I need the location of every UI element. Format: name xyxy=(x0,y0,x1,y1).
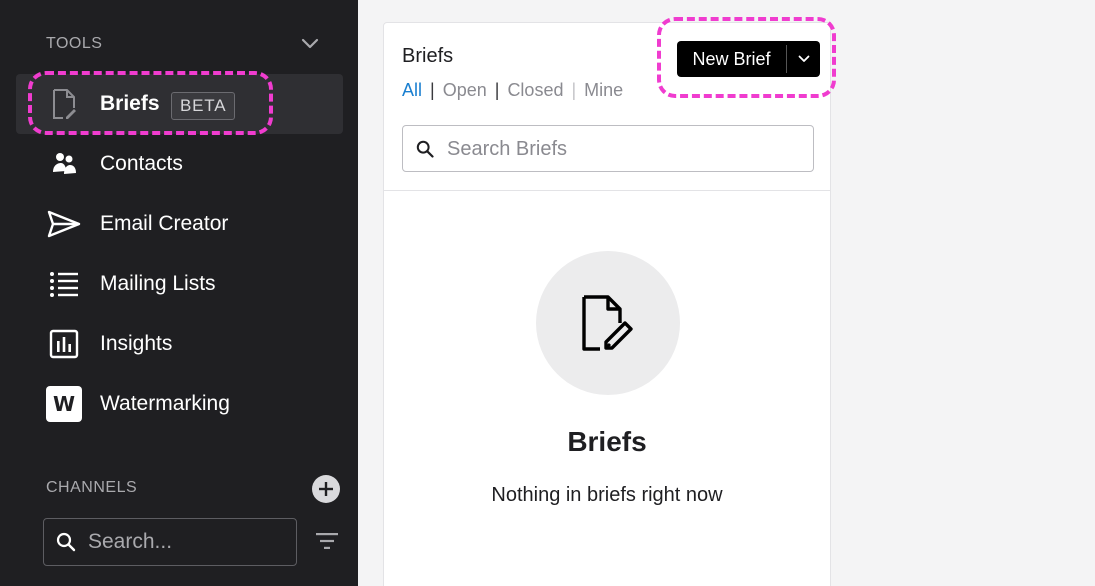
sidebar-item-mailing-lists[interactable]: Mailing Lists xyxy=(16,254,343,314)
new-brief-button[interactable]: New Brief xyxy=(677,41,786,77)
divider xyxy=(384,190,830,191)
watermark-w-icon: W xyxy=(46,386,82,422)
chevron-down-icon[interactable] xyxy=(300,36,320,52)
empty-state-message: Nothing in briefs right now xyxy=(491,484,723,506)
send-icon xyxy=(46,206,82,242)
empty-state-title: Briefs xyxy=(567,426,647,457)
filter-open[interactable]: Open xyxy=(443,80,487,101)
tools-heading: TOOLS xyxy=(46,35,103,52)
panel-title: Briefs xyxy=(402,45,454,67)
filter-icon[interactable] xyxy=(315,532,339,550)
chevron-down-icon xyxy=(798,55,809,62)
channel-search-input[interactable] xyxy=(88,528,288,556)
filter-all[interactable]: All xyxy=(402,80,422,101)
brief-document-icon xyxy=(46,86,82,122)
beta-badge: BETA xyxy=(171,92,236,120)
sidebar-item-label: Insights xyxy=(100,332,173,355)
contacts-icon xyxy=(46,146,82,182)
filter-mine[interactable]: Mine xyxy=(584,80,623,101)
search-icon xyxy=(56,532,76,552)
new-brief-dropdown-button[interactable] xyxy=(787,41,820,77)
channels-heading: CHANNELS xyxy=(46,479,138,496)
channel-search-box xyxy=(43,518,297,566)
sidebar: TOOLS Briefs BETA Contacts Email Creator… xyxy=(0,0,358,586)
watermark-icon-letter: W xyxy=(46,386,82,422)
plus-icon xyxy=(319,482,333,496)
sidebar-item-insights[interactable]: Insights xyxy=(16,314,343,374)
filter-separator: | xyxy=(571,80,577,100)
brief-filter-tabs: All | Open | Closed | Mine xyxy=(402,80,623,101)
search-icon xyxy=(416,140,434,158)
sidebar-item-label: Watermarking xyxy=(100,392,230,415)
sidebar-item-label: Contacts xyxy=(100,152,183,175)
sidebar-item-email-creator[interactable]: Email Creator xyxy=(16,194,343,254)
empty-state-illustration xyxy=(536,251,680,395)
new-brief-split-button: New Brief xyxy=(677,41,820,77)
brief-search-input[interactable] xyxy=(447,135,797,163)
sidebar-item-watermarking[interactable]: W Watermarking xyxy=(16,374,343,434)
brief-document-icon xyxy=(582,295,633,351)
briefs-panel: Briefs All | Open | Closed | Mine New Br… xyxy=(383,22,831,586)
filter-closed[interactable]: Closed xyxy=(507,80,563,101)
filter-separator: | xyxy=(494,80,500,100)
add-channel-button[interactable] xyxy=(312,475,340,503)
list-icon xyxy=(46,266,82,302)
sidebar-item-label: Briefs xyxy=(100,92,160,115)
sidebar-item-briefs[interactable]: Briefs BETA xyxy=(16,74,343,134)
filter-separator: | xyxy=(430,80,435,100)
sidebar-item-label: Mailing Lists xyxy=(100,272,216,295)
brief-search-box xyxy=(402,125,814,172)
bar-chart-icon xyxy=(46,326,82,362)
sidebar-item-label: Email Creator xyxy=(100,212,229,235)
sidebar-item-contacts[interactable]: Contacts xyxy=(16,134,343,194)
